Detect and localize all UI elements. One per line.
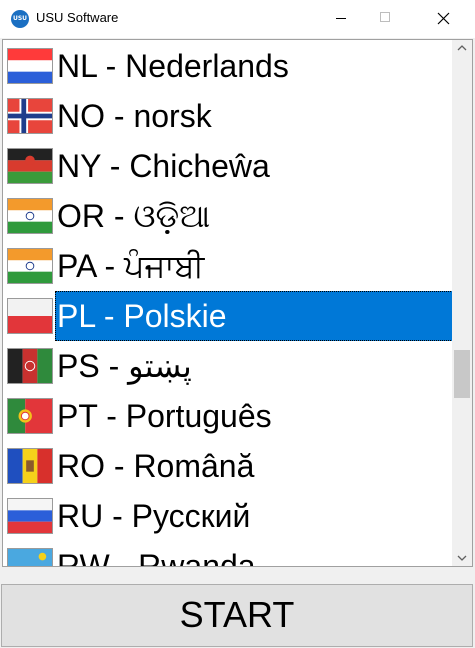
list-item[interactable]: NL - Nederlands — [3, 41, 452, 91]
title-bar: USU USU Software — [0, 0, 475, 38]
list-item[interactable]: PA - ਪੰਜਾਬੀ — [3, 241, 452, 291]
list-item[interactable]: RU - Русский — [3, 491, 452, 541]
list-item-label: RU - Русский — [57, 498, 251, 534]
list-item-selected[interactable]: PL - Polskie — [3, 291, 453, 341]
flag-portugal-icon — [7, 398, 53, 434]
list-item[interactable]: NO - norsk — [3, 91, 452, 141]
flag-india-icon — [7, 198, 53, 234]
vertical-scrollbar[interactable] — [452, 40, 472, 566]
flag-rwanda-icon — [7, 548, 53, 566]
flag-norway-icon — [7, 98, 53, 134]
flag-malawi-icon — [7, 148, 53, 184]
flag-india-icon — [7, 248, 53, 284]
list-item-label: PS - پښتو — [57, 348, 192, 384]
flag-russia-icon — [7, 498, 53, 534]
list-item-label: PA - ਪੰਜਾਬੀ — [57, 248, 205, 284]
scrollbar-thumb[interactable] — [454, 350, 470, 398]
maximize-button[interactable] — [362, 0, 408, 38]
list-item-label: RO - Română — [57, 448, 255, 484]
language-list[interactable]: NL - Nederlands NO - norsk NY - Chicheŵa… — [2, 39, 473, 567]
chevron-down-icon — [457, 555, 467, 561]
list-item-label: RW - Rwanda — [57, 548, 256, 567]
flag-netherlands-icon — [7, 48, 53, 84]
window-title: USU Software — [36, 10, 119, 25]
flag-afghanistan-icon — [7, 348, 53, 384]
flag-poland-icon — [7, 298, 53, 334]
list-item[interactable]: NY - Chicheŵa — [3, 141, 452, 191]
list-item[interactable]: OR - ଓଡ଼ିଆ — [3, 191, 452, 241]
list-item-label: NO - norsk — [57, 98, 212, 134]
list-item-label: PT - Português — [57, 398, 272, 434]
close-button[interactable] — [420, 0, 466, 38]
chevron-up-icon — [457, 45, 467, 51]
list-item[interactable]: RO - Română — [3, 441, 452, 491]
list-item-label: NL - Nederlands — [57, 48, 289, 84]
start-button[interactable]: START — [1, 584, 473, 647]
usu-logo-icon: USU — [11, 10, 29, 28]
list-item[interactable]: PS - پښتو — [3, 341, 452, 391]
list-item-label: PL - Polskie — [55, 291, 453, 341]
list-item-label: OR - ଓଡ଼ିଆ — [57, 198, 211, 234]
flag-moldova-icon — [7, 448, 53, 484]
list-item[interactable]: RW - Rwanda — [3, 541, 452, 567]
close-icon — [437, 12, 450, 25]
list-item[interactable]: PT - Português — [3, 391, 452, 441]
list-item-label: NY - Chicheŵa — [57, 148, 270, 184]
scroll-down-button[interactable] — [452, 549, 472, 566]
scroll-up-button[interactable] — [452, 40, 472, 57]
